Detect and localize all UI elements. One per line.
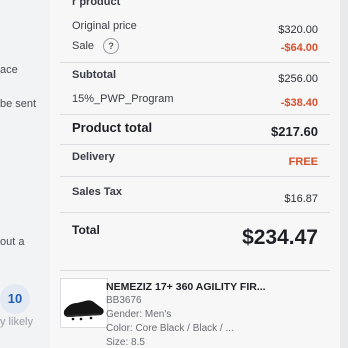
promo-value: -$38.40	[280, 97, 318, 109]
delivery-label: Delivery	[72, 151, 115, 163]
summary-header: r product	[72, 0, 121, 8]
left-column: ace be sent out a 10 y likely	[0, 0, 51, 348]
count-badge: 10	[0, 284, 30, 314]
divider	[60, 62, 330, 63]
promo-label: 15%_PWP_Program	[72, 93, 174, 105]
sales-tax-label: Sales Tax	[72, 186, 122, 198]
original-price-value: $320.00	[278, 24, 318, 36]
product-total-value: $217.60	[271, 124, 318, 139]
left-text-fragment: out a	[0, 236, 25, 248]
shoe-icon	[63, 300, 104, 321]
divider	[60, 270, 330, 271]
total-label: Total	[72, 223, 100, 237]
divider	[60, 212, 330, 213]
product-color: Color: Core Black / Black / ...	[106, 323, 234, 334]
divider	[60, 144, 330, 145]
divider	[60, 114, 330, 115]
left-text-fragment: ace	[0, 64, 18, 76]
left-text-fragment: be sent	[0, 98, 37, 110]
sale-value: -$64.00	[280, 42, 318, 54]
product-gender: Gender: Men's	[106, 309, 172, 320]
product-total-label: Product total	[72, 120, 153, 135]
sale-label-row: Sale ?	[72, 38, 120, 54]
product-size: Size: 8.5	[106, 337, 145, 348]
product-sku: BB3676	[106, 295, 142, 306]
left-text-fragment: y likely	[0, 316, 34, 328]
shoe-thumbnail[interactable]	[60, 278, 108, 328]
divider	[60, 176, 330, 177]
subtotal-value: $256.00	[278, 73, 318, 85]
question-icon[interactable]: ?	[103, 38, 120, 54]
sales-tax-value: $16.87	[284, 193, 318, 205]
order-summary-panel: r product Original price $320.00 Sale ? …	[50, 0, 340, 348]
total-value: $234.47	[242, 226, 318, 249]
subtotal-label: Subtotal	[72, 69, 116, 81]
delivery-value: FREE	[288, 156, 318, 168]
product-name[interactable]: NEMEZIZ 17+ 360 AGILITY FIR...	[106, 281, 266, 293]
sale-label: Sale	[72, 40, 95, 52]
original-price-label: Original price	[72, 20, 137, 32]
